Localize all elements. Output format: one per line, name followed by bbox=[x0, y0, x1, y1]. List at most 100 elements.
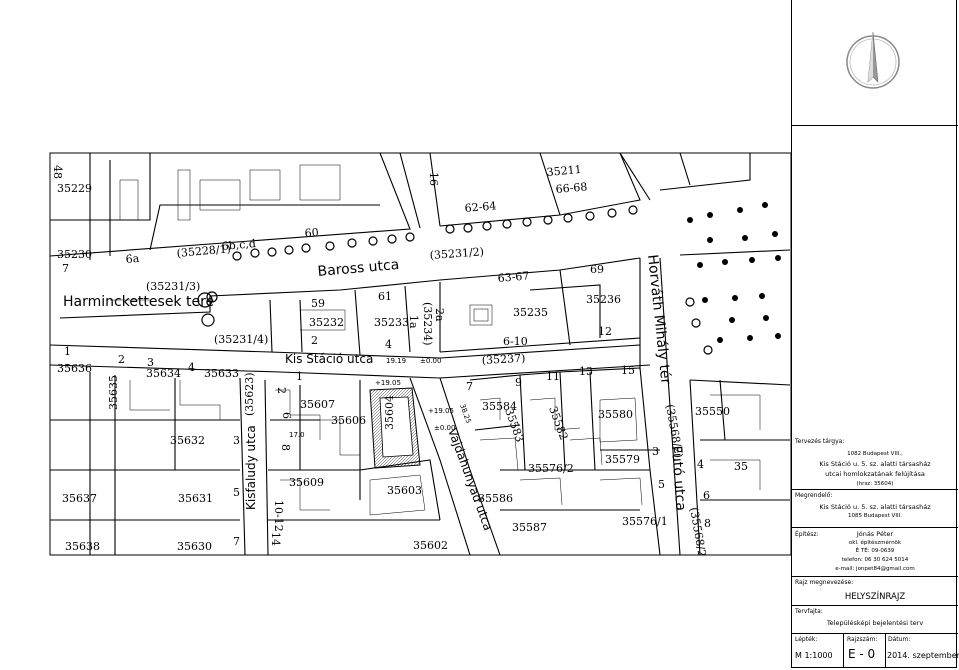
lot-number-label: 8 bbox=[704, 517, 711, 530]
lot-number-label: 35638 bbox=[65, 540, 100, 553]
lot-number-label: 7 bbox=[233, 535, 240, 548]
lot-number-label: 10-12 bbox=[272, 500, 285, 532]
lot-number-label: 35637 bbox=[62, 492, 97, 505]
lot-number-label: 16 bbox=[427, 172, 440, 186]
lot-number-label: 4 bbox=[697, 458, 704, 471]
lot-number-label: 35576/1 bbox=[622, 515, 668, 528]
lot-number-label: 59 bbox=[311, 297, 325, 310]
lot-number-label: 35602 bbox=[413, 539, 448, 552]
square-trees bbox=[687, 202, 781, 343]
lot-number-label: (35231/3) bbox=[146, 280, 200, 293]
title-block-logo-area bbox=[792, 0, 958, 125]
lot-number-label: 62-64 bbox=[464, 199, 497, 215]
lot-number-label: 35587 bbox=[512, 521, 547, 534]
lot-number-label: 35582 bbox=[546, 405, 570, 442]
lot-number-label: 7 bbox=[466, 380, 473, 393]
client-line2: 1085 Budapest VIII. bbox=[848, 513, 902, 519]
elevation-label: 38.25 bbox=[458, 403, 472, 425]
lot-number-label: 60 bbox=[304, 226, 319, 240]
project-address: 1082 Budapest VIII., bbox=[847, 451, 903, 457]
lot-number-label: 35586 bbox=[478, 492, 513, 505]
street-kisfaludy: Kisfaludy utca bbox=[244, 425, 258, 510]
lot-number-label: 35609 bbox=[289, 476, 324, 489]
lot-number-label: 2 bbox=[311, 334, 318, 347]
street-trees bbox=[197, 205, 713, 355]
lot-number-label: 6 bbox=[280, 412, 293, 419]
drawing-label: Rajz megnevezése: bbox=[795, 579, 854, 586]
scale-label: Lépték: bbox=[795, 636, 818, 643]
lot-number-label: 11 bbox=[546, 370, 560, 383]
plan-type: Településképi bejelentési terv bbox=[826, 619, 924, 627]
lot-number-label: 2 bbox=[118, 353, 125, 366]
lot-number-label: 1 bbox=[296, 370, 303, 383]
project-line1: Kis Stáció u. 5. sz. alatti társasház bbox=[819, 460, 931, 468]
street-harminckettesek: Harminckettesek tere bbox=[63, 294, 214, 310]
lot-number-label: 3 bbox=[147, 356, 154, 369]
lot-number-label: 48 bbox=[51, 165, 64, 179]
drawing-section bbox=[792, 576, 958, 577]
client-section bbox=[792, 489, 958, 490]
lot-number-label: 12 bbox=[598, 325, 612, 338]
scale-value: M 1:1000 bbox=[795, 651, 833, 660]
lot-number-label: 5 bbox=[233, 486, 240, 499]
elevation-label: +19.05 bbox=[428, 407, 454, 415]
lot-number-label: 35603 bbox=[387, 484, 422, 497]
project-label: Tervezés tárgya: bbox=[795, 438, 845, 445]
plan-type-label: Tervfajta: bbox=[795, 608, 823, 615]
client-label: Megrendelő: bbox=[795, 492, 833, 499]
architect-email: e-mail: jonpet84@gmail.com bbox=[835, 566, 915, 572]
lot-number-label: (35568/2) bbox=[687, 506, 709, 562]
lot-number-label: 61 bbox=[378, 290, 392, 303]
lot-number-label: 35236 bbox=[586, 293, 621, 306]
title-block: Tervezés tárgya: 1082 Budapest VIII., Ki… bbox=[791, 0, 959, 668]
architect-title: okl. építészmérnök bbox=[848, 540, 902, 546]
elevation-label: ±0.00 bbox=[434, 424, 455, 432]
lot-number-label: 35 bbox=[734, 460, 748, 473]
lot-number-label: 35632 bbox=[170, 434, 205, 447]
lot-number-label: 3 bbox=[652, 445, 659, 458]
lot-number-label: 35604 bbox=[383, 395, 396, 430]
lot-number-label: (35231/4) bbox=[214, 333, 268, 346]
lot-number-label: 2 bbox=[275, 387, 288, 394]
lot-number-label: 35606 bbox=[331, 414, 366, 427]
lot-number-label: 9 bbox=[515, 376, 522, 389]
lot-number-label: 35233 bbox=[374, 316, 409, 329]
lot-number-label: 35580 bbox=[598, 408, 633, 421]
lot-number-label: 1a bbox=[407, 315, 420, 329]
date-value: 2014. szeptember bbox=[887, 651, 959, 660]
plan-type-section bbox=[792, 605, 958, 606]
lot-number-label: 35230 bbox=[57, 248, 92, 261]
lot-number-label: 35607 bbox=[300, 398, 335, 411]
lot-number-label: (35568/2) bbox=[663, 403, 685, 459]
footer-divider bbox=[843, 633, 844, 668]
lot-number-label: 4 bbox=[188, 361, 195, 374]
project-hrsz: (hrsz: 35604) bbox=[856, 481, 894, 487]
architect-phone: telefon: 06 30 624 5014 bbox=[841, 557, 909, 563]
lot-number-label: 6a bbox=[125, 252, 140, 266]
architect-section bbox=[792, 527, 958, 528]
footer-section bbox=[792, 633, 958, 634]
lot-number-label: 35576/2 bbox=[528, 462, 574, 475]
lot-number-label: 66-68 bbox=[555, 180, 588, 196]
lot-number-label: 6 bbox=[703, 489, 710, 502]
street-vajdahunyad: Vajdahunyad utca bbox=[445, 426, 495, 532]
lot-number-label: 35630 bbox=[177, 540, 212, 553]
lot-number-label: 13 bbox=[579, 365, 593, 378]
lot-number-label: (35623) bbox=[243, 372, 256, 416]
footer-divider bbox=[885, 633, 886, 668]
project-line2: utcai homlokzatának felújítása bbox=[825, 470, 925, 478]
lot-number-label: 35636 bbox=[57, 362, 92, 375]
drawing-name: HELYSZÍNRAJZ bbox=[844, 592, 906, 602]
map-content: Baross utca Harminckettesek tere Kis Stá… bbox=[50, 153, 791, 562]
lot-number-label: 35550 bbox=[695, 405, 730, 418]
lot-number-label: 35235 bbox=[513, 306, 548, 319]
lot-number-label: 35579 bbox=[605, 453, 640, 466]
lot-number-label: 1 bbox=[64, 345, 71, 358]
lot-number-label: 35232 bbox=[309, 316, 344, 329]
lot-number-label: 7 bbox=[62, 262, 69, 275]
number-value: E - 0 bbox=[848, 647, 876, 661]
lot-number-label: 14 bbox=[269, 532, 282, 546]
number-label: Rajzszám: bbox=[847, 636, 878, 643]
lot-number-label: 69 bbox=[590, 263, 604, 276]
lot-number-label: 5 bbox=[658, 478, 665, 491]
